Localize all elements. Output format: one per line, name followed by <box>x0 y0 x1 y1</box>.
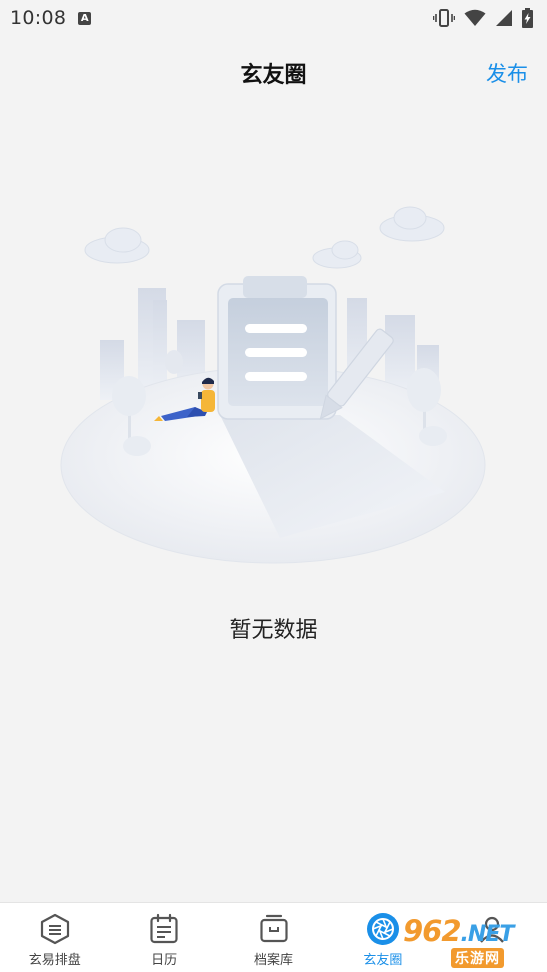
tab-label: 玄易排盘 <box>28 953 81 968</box>
tab-label: 日历 <box>151 953 178 968</box>
aperture-icon <box>366 912 400 946</box>
wifi-icon <box>464 9 486 27</box>
watermark-site: 962 <box>403 914 462 948</box>
status-time: 10:08 <box>10 7 67 29</box>
archive-icon <box>257 912 291 946</box>
tab-calendar[interactable]: 日历 <box>109 903 218 972</box>
empty-data-illustration <box>55 200 495 570</box>
page-title: 玄友圈 <box>240 63 307 88</box>
watermark-logo: 962.NET <box>403 914 515 948</box>
tab-label: 玄友圈 <box>363 953 403 968</box>
watermark-tld: .NET <box>460 922 515 947</box>
calendar-icon <box>147 912 181 946</box>
header: 玄友圈 发布 <box>0 36 547 110</box>
site-watermark: 962.NET 乐游网 <box>403 914 543 968</box>
tab-label: 档案库 <box>254 953 294 968</box>
status-left: 10:08 A <box>10 7 92 29</box>
chart-icon <box>38 912 72 946</box>
empty-message: 暂无数据 <box>229 618 318 643</box>
vibrate-icon <box>433 9 455 27</box>
tab-paipan[interactable]: 玄易排盘 <box>0 903 109 972</box>
status-bar: 10:08 A <box>0 0 547 36</box>
status-right <box>433 8 533 28</box>
tab-archive[interactable]: 档案库 <box>219 903 328 972</box>
watermark-sub: 乐游网 <box>451 948 504 968</box>
notification-a-icon: A <box>78 11 92 25</box>
battery-charging-icon <box>522 8 533 28</box>
signal-icon <box>495 9 513 27</box>
publish-button[interactable]: 发布 <box>486 58 528 88</box>
